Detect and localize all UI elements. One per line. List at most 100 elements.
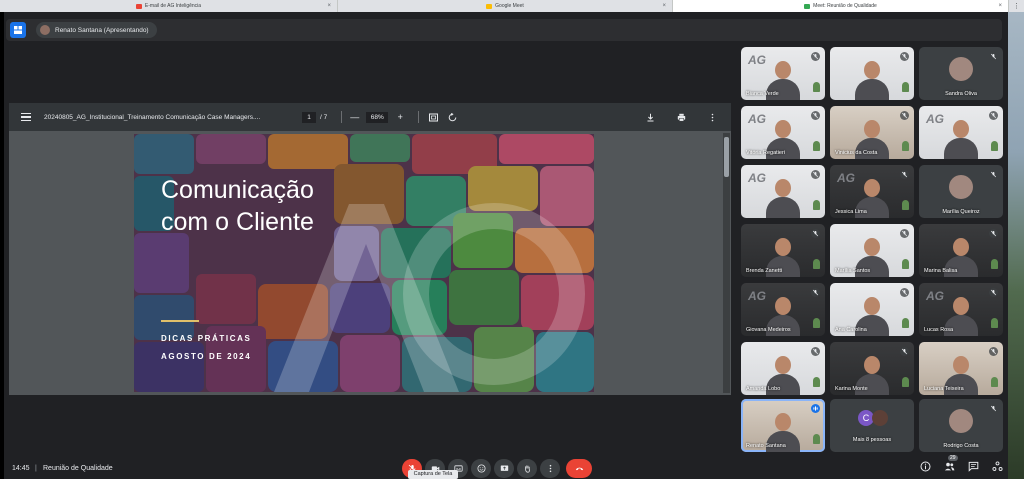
rotate-icon[interactable] bbox=[448, 112, 457, 122]
present-screen-button[interactable] bbox=[494, 459, 514, 478]
people-icon[interactable] bbox=[944, 461, 955, 472]
participant-tile[interactable]: Marília Queiroz bbox=[919, 165, 1003, 218]
participant-tile[interactable]: Marília Santos bbox=[830, 224, 914, 277]
background-plant bbox=[991, 377, 998, 387]
avatar bbox=[949, 175, 973, 199]
participant-tile[interactable]: AG Giovana Medeiros bbox=[741, 283, 825, 336]
participant-name: Vitória Regatieri bbox=[746, 150, 786, 156]
participant-tile[interactable]: AG bbox=[919, 106, 1003, 159]
participant-video-head bbox=[775, 179, 791, 197]
participant-video-head bbox=[864, 120, 880, 138]
participant-name: Giovana Medeiros bbox=[746, 327, 791, 333]
muted-mic-icon bbox=[989, 170, 998, 179]
raise-hand-button[interactable] bbox=[517, 459, 537, 478]
participant-tile[interactable]: Amanda Lobo bbox=[741, 342, 825, 395]
participant-video-body bbox=[766, 197, 800, 218]
participant-video-head bbox=[953, 238, 969, 256]
background-plant bbox=[991, 259, 998, 269]
participant-tile[interactable]: AG Lucas Rosa bbox=[919, 283, 1003, 336]
participant-video-head bbox=[953, 356, 969, 374]
participant-tile[interactable]: Luciana Teixeira bbox=[919, 342, 1003, 395]
company-logo: AG bbox=[748, 112, 766, 126]
pdf-scrollbar[interactable] bbox=[723, 133, 730, 393]
close-tab-icon[interactable]: × bbox=[327, 3, 331, 9]
participant-video-head bbox=[864, 61, 880, 79]
window-controls[interactable]: ⋮ bbox=[1009, 0, 1024, 12]
slide-subtitle: DICAS PRÁTICAS bbox=[161, 334, 252, 343]
participant-name: Renato Santana bbox=[746, 443, 786, 449]
browser-tab-gmail[interactable]: E-mail de AG Inteligência × bbox=[0, 0, 338, 12]
zoom-in-button[interactable]: + bbox=[396, 112, 404, 122]
page-number-input[interactable]: 1 bbox=[302, 111, 316, 123]
participant-tile[interactable]: AG Bianca Verde bbox=[741, 47, 825, 100]
emoji-button[interactable] bbox=[471, 459, 491, 478]
participant-name: Marina Balisa bbox=[924, 268, 958, 274]
participant-tile[interactable]: Karina Monte bbox=[830, 342, 914, 395]
meeting-name: Reunião de Qualidade bbox=[43, 465, 113, 472]
participant-name: Karina Monte bbox=[835, 386, 868, 392]
muted-mic-icon bbox=[989, 229, 998, 238]
meet-icon bbox=[486, 3, 493, 9]
participant-tile[interactable]: Marina Balisa bbox=[919, 224, 1003, 277]
background-plant bbox=[902, 377, 909, 387]
end-call-button[interactable] bbox=[566, 459, 592, 478]
menu-icon[interactable] bbox=[21, 113, 31, 121]
background-plant bbox=[813, 434, 820, 444]
print-icon[interactable] bbox=[677, 113, 686, 122]
zoom-level-input[interactable]: 68% bbox=[366, 111, 389, 123]
presenter-bar: Renato Santana (Apresentando) bbox=[6, 19, 1002, 41]
slide-page: Comunicação com o Cliente DICAS PRÁTICAS… bbox=[134, 134, 594, 392]
muted-mic-icon bbox=[989, 288, 998, 297]
page-total: / 7 bbox=[320, 113, 328, 121]
muted-mic-icon bbox=[900, 347, 909, 356]
scrollbar-thumb[interactable] bbox=[724, 137, 729, 177]
download-icon[interactable] bbox=[646, 113, 655, 122]
toolbar-divider bbox=[418, 111, 420, 123]
participant-tile[interactable]: Brenda Zanetti bbox=[741, 224, 825, 277]
participant-tile[interactable]: Ana Carolina bbox=[830, 283, 914, 336]
tab-label: Meet: Reunião de Qualidade bbox=[813, 3, 877, 9]
toolbar-divider bbox=[341, 111, 343, 123]
more-options-icon[interactable] bbox=[708, 113, 717, 122]
side-controls bbox=[920, 461, 1003, 472]
more-options-button[interactable] bbox=[540, 459, 560, 478]
participant-tile[interactable]: AG bbox=[741, 165, 825, 218]
zoom-out-button[interactable]: — bbox=[350, 112, 359, 122]
muted-mic-icon bbox=[900, 229, 909, 238]
participant-tile[interactable] bbox=[830, 47, 914, 100]
browser-tab-meet[interactable]: Google Meet × bbox=[338, 0, 673, 12]
participant-tile[interactable]: Sandra Oliva bbox=[919, 47, 1003, 100]
layout-icon[interactable] bbox=[10, 22, 26, 38]
participant-tile[interactable]: C Mais 8 pessoas bbox=[830, 399, 914, 452]
presenter-chip[interactable]: Renato Santana (Apresentando) bbox=[36, 22, 157, 38]
pdf-toolbar: 20240805_AG_Institucional_Treinamento Co… bbox=[9, 103, 731, 131]
chat-icon[interactable] bbox=[968, 461, 979, 472]
avatar bbox=[949, 409, 973, 433]
muted-mic-icon bbox=[811, 52, 820, 61]
participant-name: Ana Carolina bbox=[835, 327, 867, 333]
info-icon[interactable] bbox=[920, 461, 931, 472]
muted-mic-icon bbox=[989, 347, 998, 356]
participant-tile[interactable]: Renato Santana bbox=[741, 399, 825, 452]
meet-icon bbox=[804, 3, 811, 9]
background-plant bbox=[902, 200, 909, 210]
muted-mic-icon bbox=[900, 111, 909, 120]
muted-mic-icon bbox=[811, 229, 820, 238]
company-logo: AG bbox=[748, 171, 766, 185]
close-tab-icon[interactable]: × bbox=[662, 3, 666, 9]
activities-icon[interactable] bbox=[992, 461, 1003, 472]
close-tab-icon[interactable]: × bbox=[998, 3, 1002, 9]
participant-name: Sandra Oliva bbox=[945, 91, 977, 97]
participant-tile[interactable]: Rodrigo Costa bbox=[919, 399, 1003, 452]
fit-page-icon[interactable] bbox=[429, 113, 439, 122]
browser-tab-meeting[interactable]: Meet: Reunião de Qualidade × bbox=[673, 0, 1009, 12]
participant-tile[interactable]: AG Vitória Regatieri bbox=[741, 106, 825, 159]
company-logo: AG bbox=[837, 171, 855, 185]
participant-tile[interactable]: AG Jessica Lima bbox=[830, 165, 914, 218]
participant-name: Rodrigo Costa bbox=[943, 443, 979, 449]
participant-tile[interactable]: Vinicius da Costa bbox=[830, 106, 914, 159]
muted-mic-icon bbox=[900, 52, 909, 61]
muted-mic-icon bbox=[811, 288, 820, 297]
background-plant bbox=[813, 259, 820, 269]
muted-mic-icon bbox=[989, 52, 998, 61]
